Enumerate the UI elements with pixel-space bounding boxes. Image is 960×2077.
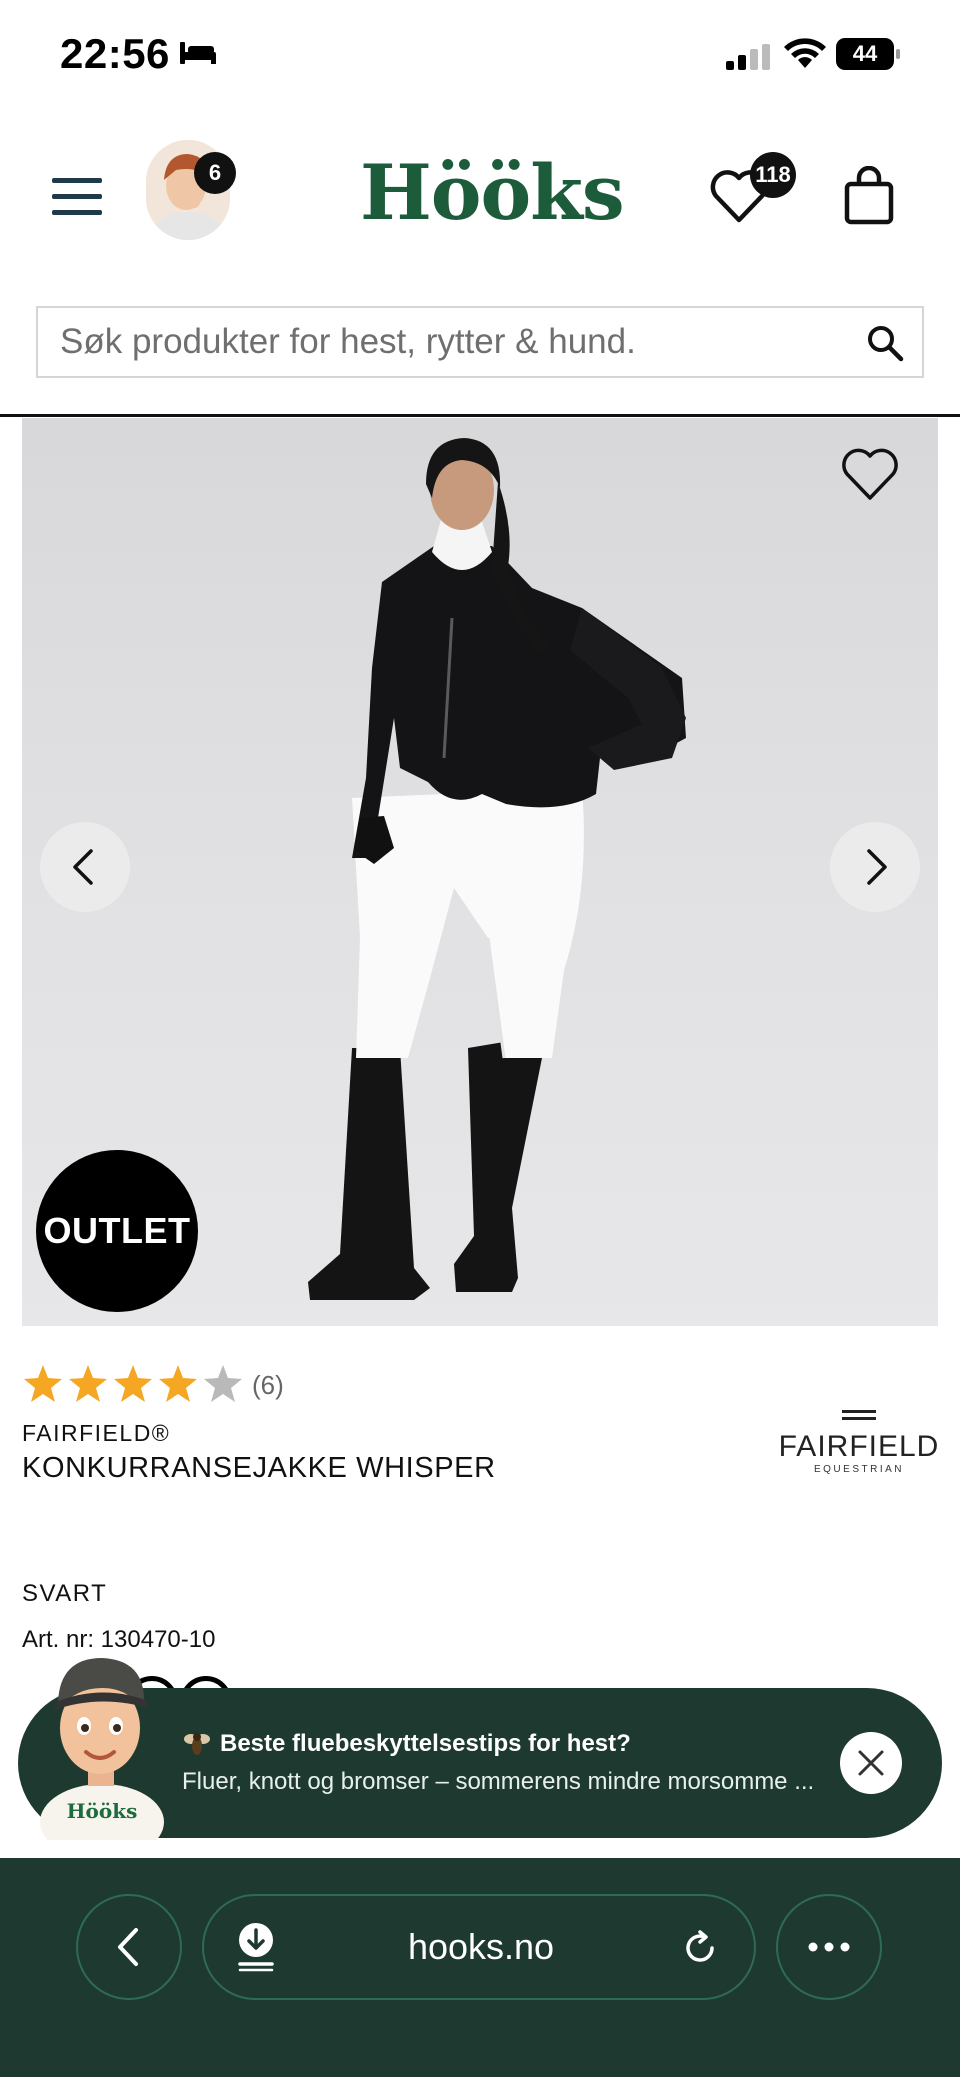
browser-more-button[interactable] [776,1894,882,2000]
chevron-left-icon [73,849,93,885]
banner-title: Beste fluebeskyttelsestips for hest? [220,1730,631,1757]
address-bar[interactable]: hooks.no [202,1894,756,2000]
mascot-avatar: Hööks [40,1658,164,1840]
rating-count[interactable]: (6) [252,1370,284,1401]
banner-close-button[interactable] [840,1732,902,1794]
site-logo[interactable]: Hööks [360,148,625,238]
product-title: KONKURRANSEJAKKE WHISPER [22,1452,496,1484]
star-empty-icon [204,1365,242,1402]
chevron-right-icon [867,849,887,885]
search-input[interactable] [60,308,840,376]
user-avatar-button[interactable]: 6 [146,138,236,242]
add-to-wishlist-heart-icon[interactable] [840,446,900,502]
star-icon [114,1365,152,1402]
more-dots-icon [808,1942,850,1952]
close-icon [858,1750,884,1776]
carousel-next-button[interactable] [830,822,920,912]
banner-text: Fluer, knott og bromser – sommerens mind… [182,1768,815,1795]
url-text: hooks.no [407,1926,555,1967]
outlet-badge: OUTLET [36,1150,198,1312]
menu-hamburger-icon[interactable] [52,176,102,218]
wishlist-button[interactable]: 118 [710,152,796,228]
notification-badge: 6 [194,152,236,194]
browser-toolbar: hooks.no [0,1858,960,2077]
browser-back-button[interactable] [76,1894,182,2000]
header-divider [0,414,960,417]
brand-logo-word: FAIRFIELD [778,1430,940,1463]
article-number: Art. nr: 130470-10 [22,1626,216,1653]
product-brand[interactable]: FAIRFIELD® [22,1420,170,1447]
battery-level: 44 [836,38,894,70]
status-bar: 22:56 44 [0,0,960,110]
product-image-carousel[interactable]: OUTLET [22,418,938,1326]
cellular-signal-icon [726,44,770,70]
reload-icon[interactable] [680,1928,720,1968]
star-icon [159,1365,197,1402]
product-color: SVART [22,1580,108,1607]
carousel-previous-button[interactable] [40,822,130,912]
star-icon [24,1365,62,1402]
search-box[interactable] [36,306,924,378]
star-icon [69,1365,107,1402]
chevron-left-icon [118,1928,138,1966]
battery-icon: 44 [836,38,900,70]
sleep-bed-icon [180,42,216,64]
wishlist-count-badge: 118 [750,152,796,198]
status-time: 22:56 [60,30,170,77]
shopping-bag-icon [844,165,894,225]
wifi-icon [784,38,826,68]
brand-logo-sub: EQUESTRIAN [813,1464,904,1475]
brand-logo[interactable]: FAIRFIELD EQUESTRIAN [778,1406,940,1476]
shopping-bag-button[interactable] [844,165,894,226]
search-icon[interactable] [866,324,904,362]
mascot-shirt-text: Hööks [67,1799,138,1823]
